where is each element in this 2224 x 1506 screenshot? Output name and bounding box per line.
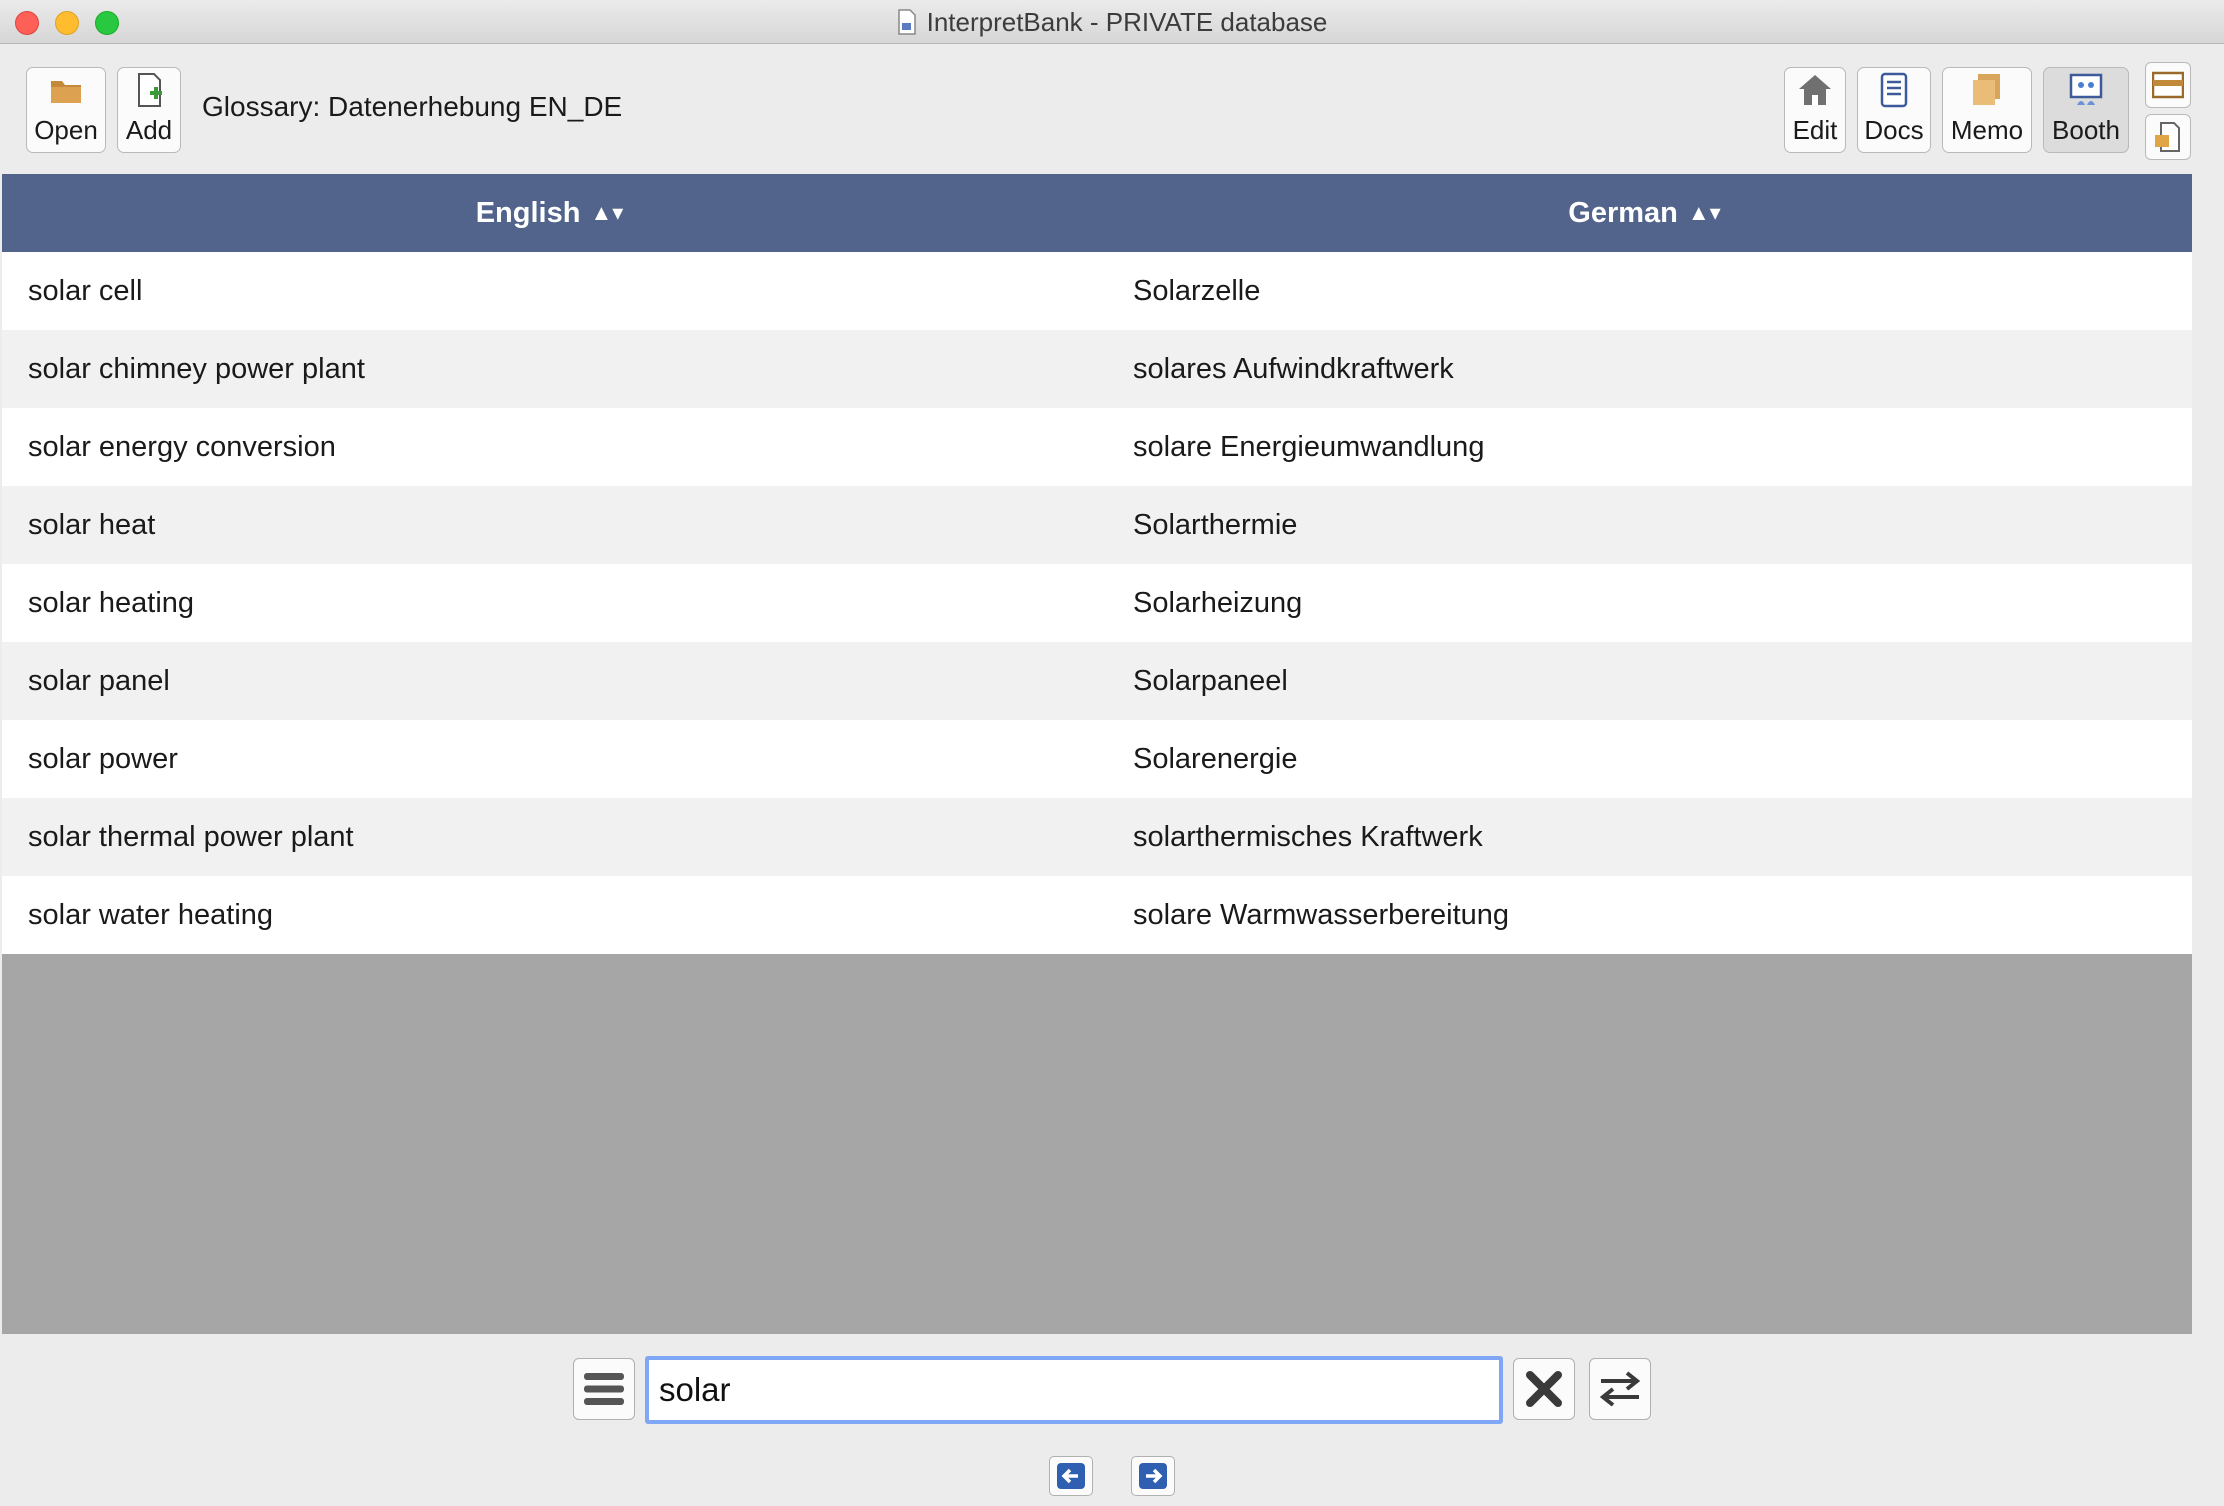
- sort-icon: ▲▾: [1687, 200, 1721, 225]
- german-term: Solarpaneel: [1133, 664, 1288, 697]
- english-term: solar chimney power plant: [28, 352, 365, 385]
- arrow-right-icon: [1139, 1463, 1167, 1489]
- german-term: Solarzelle: [1133, 274, 1261, 307]
- close-icon: [1526, 1371, 1562, 1407]
- open-label: Open: [34, 115, 98, 145]
- sort-icon: ▲▾: [590, 200, 624, 225]
- window-title: InterpretBank - PRIVATE database: [926, 6, 1328, 37]
- table-row[interactable]: solar panel Solarpaneel: [2, 642, 2192, 720]
- german-term: Solarheizung: [1133, 586, 1303, 619]
- search-bar: [0, 1334, 2224, 1506]
- table-row[interactable]: solar thermal power plant solarthermisch…: [2, 798, 2192, 876]
- docs-label: Docs: [1864, 115, 1924, 145]
- english-term: solar energy conversion: [28, 430, 336, 463]
- home-icon: [1799, 75, 1831, 105]
- table-row[interactable]: solar power Solarenergie: [2, 720, 2192, 798]
- export-document-button[interactable]: [2145, 114, 2191, 160]
- column-header-english[interactable]: English ▲▾: [2, 174, 1097, 252]
- window-layout-button[interactable]: [2145, 62, 2191, 108]
- arrow-left-icon: [1057, 1463, 1085, 1489]
- table-row[interactable]: solar water heating solare Warmwasserber…: [2, 876, 2192, 954]
- add-document-icon: [138, 73, 162, 107]
- glossary-table: English ▲▾ German ▲▾ solar cell Solarzel…: [2, 174, 2192, 1334]
- english-term: solar panel: [28, 664, 170, 697]
- memo-button[interactable]: Memo: [1942, 67, 2032, 153]
- memo-label: Memo: [1950, 115, 2024, 145]
- search-input[interactable]: [645, 1356, 1503, 1424]
- docs-button[interactable]: Docs: [1857, 67, 1931, 153]
- swap-languages-button[interactable]: [1589, 1358, 1651, 1420]
- english-term: solar heating: [28, 586, 195, 619]
- memo-icon: [1973, 74, 2000, 105]
- title-bar: InterpretBank - PRIVATE database: [0, 0, 2224, 44]
- german-term: Solarenergie: [1133, 742, 1298, 775]
- booth-icon: [2069, 73, 2103, 105]
- german-term: Solarthermie: [1133, 508, 1298, 541]
- english-term: solar thermal power plant: [28, 820, 354, 853]
- english-term: solar heat: [28, 508, 156, 541]
- table-row[interactable]: solar cell Solarzelle: [2, 252, 2192, 330]
- previous-button[interactable]: [1049, 1456, 1093, 1496]
- swap-arrows-icon: [1599, 1371, 1641, 1407]
- open-button[interactable]: Open: [26, 67, 106, 153]
- table-side-gutter: [2192, 174, 2224, 1334]
- table-header: English ▲▾ German ▲▾: [2, 174, 2192, 252]
- add-button[interactable]: Add: [117, 67, 181, 153]
- edit-button[interactable]: Edit: [1784, 67, 1846, 153]
- add-label: Add: [125, 115, 173, 145]
- next-button[interactable]: [1131, 1456, 1175, 1496]
- window-layout-icon: [2152, 71, 2184, 99]
- english-term: solar cell: [28, 274, 143, 307]
- column-header-label: German: [1568, 196, 1678, 229]
- german-term: solare Energieumwandlung: [1133, 430, 1485, 463]
- column-header-label: English: [475, 196, 581, 229]
- table-row[interactable]: solar energy conversion solare Energieum…: [2, 408, 2192, 486]
- table-body: solar cell Solarzelle solar chimney powe…: [2, 252, 2192, 954]
- column-header-german[interactable]: German ▲▾: [1097, 174, 2192, 252]
- notebook-icon: [1880, 72, 1908, 108]
- english-term: solar water heating: [28, 898, 274, 931]
- hamburger-menu-icon: [584, 1373, 624, 1405]
- clear-search-button[interactable]: [1513, 1358, 1575, 1420]
- search-options-button[interactable]: [573, 1358, 635, 1420]
- booth-label: Booth: [2052, 115, 2120, 145]
- window-title-wrap: InterpretBank - PRIVATE database: [0, 0, 2224, 44]
- edit-label: Edit: [1792, 115, 1838, 145]
- german-term: solares Aufwindkraftwerk: [1133, 352, 1454, 385]
- english-term: solar power: [28, 742, 178, 775]
- table-row[interactable]: solar heating Solarheizung: [2, 564, 2192, 642]
- table-row[interactable]: solar chimney power plant solares Aufwin…: [2, 330, 2192, 408]
- glossary-label: Glossary: Datenerhebung EN_DE: [202, 91, 623, 122]
- german-term: solarthermisches Kraftwerk: [1133, 820, 1483, 853]
- folder-icon: [51, 81, 81, 103]
- booth-button[interactable]: Booth: [2043, 67, 2129, 153]
- table-row[interactable]: solar heat Solarthermie: [2, 486, 2192, 564]
- document-icon: [897, 9, 916, 35]
- export-document-icon: [2155, 122, 2180, 152]
- german-term: solare Warmwasserbereitung: [1133, 898, 1510, 931]
- toolbar: Open Add Glossary: Datenerhebung EN_DE E…: [0, 45, 2224, 173]
